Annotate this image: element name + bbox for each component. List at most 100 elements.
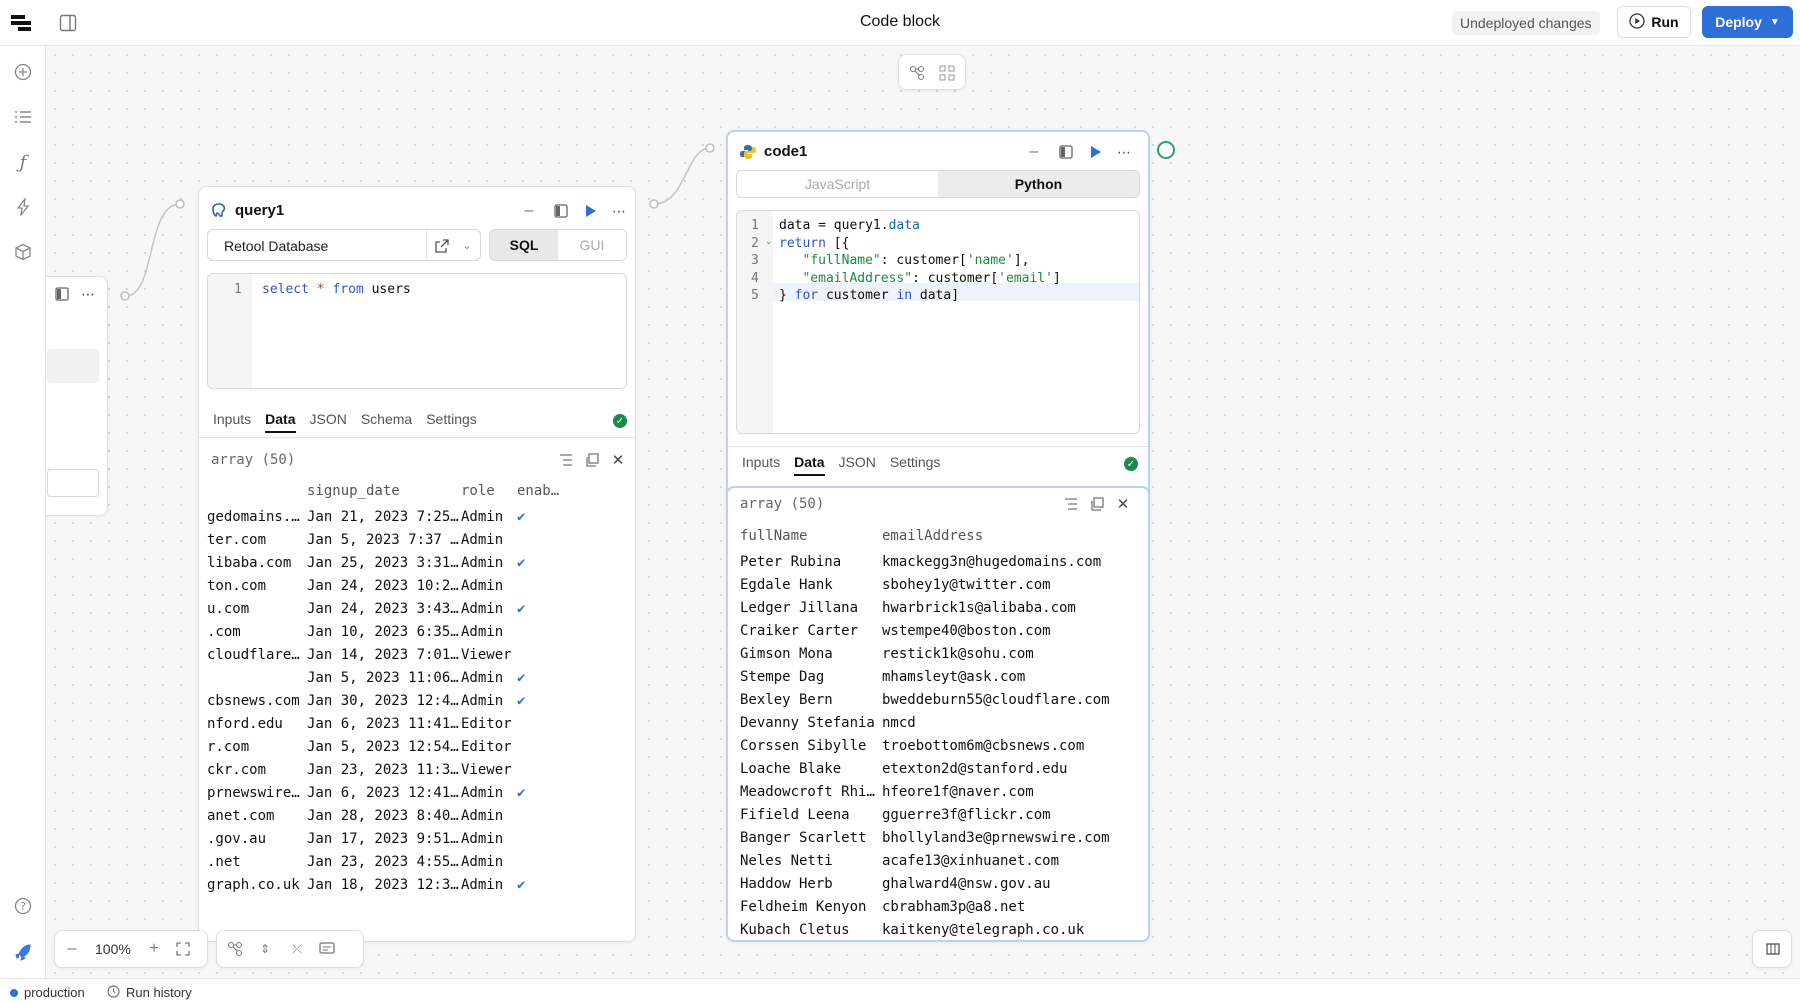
zoom-in-icon[interactable]: +: [145, 940, 163, 958]
fold-chevron-icon[interactable]: ⌄: [765, 236, 773, 247]
column-header[interactable]: role: [461, 483, 517, 499]
table-row[interactable]: .com Jan 10, 2023 6:35 PM Admin: [207, 620, 631, 643]
help-icon[interactable]: ?: [11, 894, 35, 918]
close-icon[interactable]: ✕: [1114, 495, 1132, 513]
collapse-icon[interactable]: ⤫: [287, 940, 307, 958]
wrap-icon[interactable]: [557, 451, 575, 469]
gui-mode-button[interactable]: GUI: [558, 230, 626, 260]
placeholder-field[interactable]: [47, 469, 99, 497]
tab-inputs[interactable]: Inputs: [213, 411, 251, 433]
tab-schema[interactable]: Schema: [361, 411, 412, 433]
tab-data[interactable]: Data: [794, 454, 825, 476]
table-row[interactable]: Peter Rubina kmackegg3n@hugedomains.com: [740, 550, 1140, 573]
table-row[interactable]: ckr.com Jan 23, 2023 11:34 … Viewer: [207, 758, 631, 781]
table-row[interactable]: cbsnews.com Jan 30, 2023 12:41 … Admin ✔: [207, 689, 631, 712]
start-block-card[interactable]: ⋯: [46, 276, 108, 516]
more-icon[interactable]: ⋯: [1114, 142, 1134, 162]
lightning-icon[interactable]: [11, 195, 35, 219]
list-icon[interactable]: [11, 105, 35, 129]
python-mode-button[interactable]: Python: [938, 171, 1139, 197]
tab-json[interactable]: JSON: [310, 411, 347, 433]
table-row[interactable]: ton.com Jan 24, 2023 10:27 … Admin: [207, 574, 631, 597]
column-header[interactable]: signup_date: [307, 483, 461, 499]
fit-screen-icon[interactable]: [173, 940, 193, 958]
minimize-icon[interactable]: –: [1024, 142, 1044, 162]
resource-select[interactable]: Retool Database ⌄: [207, 229, 481, 261]
tab-json[interactable]: JSON: [839, 454, 876, 476]
expand-panel-icon[interactable]: [551, 201, 571, 221]
table-row[interactable]: gedomains.c… Jan 21, 2023 7:25 AM Admin ✔: [207, 505, 631, 528]
table-row[interactable]: Fifield Leena gguerre3f@flickr.com: [740, 803, 1140, 826]
python-editor[interactable]: 1 2 3 4 5 ⌄ data = query1.data return [{ …: [736, 210, 1140, 434]
chevron-down-icon[interactable]: ⌄: [458, 235, 476, 257]
table-row[interactable]: Jan 5, 2023 11:06 AM Admin ✔: [207, 666, 631, 689]
grid-layout-icon[interactable]: [937, 63, 957, 83]
javascript-mode-button[interactable]: JavaScript: [737, 171, 938, 197]
tab-inputs[interactable]: Inputs: [742, 454, 780, 476]
table-row[interactable]: Gimson Mona restick1k@sohu.com: [740, 642, 1140, 665]
workflow-canvas[interactable]: ⋯ query1 – ⋯ Retool Database ⌄ SQL GUI 1…: [46, 46, 1800, 978]
run-history-link[interactable]: Run history: [126, 985, 192, 1000]
expand-panel-icon[interactable]: [1056, 142, 1076, 162]
minimap-button[interactable]: [1752, 930, 1792, 968]
tab-data[interactable]: Data: [265, 411, 296, 433]
code1-block[interactable]: code1 – ⋯ JavaScript Python 1 2 3 4 5 ⌄ …: [726, 130, 1150, 526]
cube-icon[interactable]: [11, 240, 35, 264]
table-row[interactable]: .gov.au Jan 17, 2023 9:51 PM Admin: [207, 827, 631, 850]
table-row[interactable]: .net Jan 23, 2023 4:55 AM Admin: [207, 850, 631, 873]
run-button[interactable]: Run: [1617, 6, 1691, 38]
graph-layout-icon[interactable]: [907, 63, 927, 83]
copy-icon[interactable]: [583, 451, 601, 469]
table-row[interactable]: Loache Blake etexton2d@stanford.edu: [740, 757, 1140, 780]
run-play-icon[interactable]: [581, 201, 601, 221]
table-row[interactable]: nford.edu Jan 6, 2023 11:41 AM Editor: [207, 712, 631, 735]
table-row[interactable]: Haddow Herb ghalward4@nsw.gov.au: [740, 872, 1140, 895]
table-row[interactable]: Egdale Hank sbohey1y@twitter.com: [740, 573, 1140, 596]
zoom-level[interactable]: 100%: [95, 941, 131, 957]
environment-label[interactable]: production: [24, 985, 85, 1000]
run-play-icon[interactable]: [1086, 142, 1106, 162]
toggle-panel-icon[interactable]: [56, 12, 80, 34]
table-row[interactable]: Craiker Carter wstempe40@boston.com: [740, 619, 1140, 642]
expand-panel-icon[interactable]: [53, 285, 71, 303]
sql-mode-button[interactable]: SQL: [490, 230, 558, 260]
table-row[interactable]: Neles Netti acafe13@xinhuanet.com: [740, 849, 1140, 872]
column-header[interactable]: emailAddress: [882, 528, 1140, 544]
comment-icon[interactable]: [317, 940, 337, 958]
minimize-icon[interactable]: –: [519, 201, 539, 221]
add-icon[interactable]: [11, 60, 35, 84]
wrap-icon[interactable]: [1062, 495, 1080, 513]
retool-logo-icon[interactable]: [10, 12, 34, 34]
table-row[interactable]: r.com Jan 5, 2023 12:54 PM Editor: [207, 735, 631, 758]
more-icon[interactable]: ⋯: [609, 201, 629, 221]
zoom-out-icon[interactable]: –: [63, 940, 81, 958]
copy-icon[interactable]: [1088, 495, 1106, 513]
table-row[interactable]: Ledger Jillana hwarbrick1s@alibaba.com: [740, 596, 1140, 619]
table-row[interactable]: u.com Jan 24, 2023 3:43 PM Admin ✔: [207, 597, 631, 620]
function-icon[interactable]: ƒ: [11, 150, 35, 174]
more-icon[interactable]: ⋯: [79, 285, 97, 303]
table-row[interactable]: Meadowcroft Rhian… hfeore1f@naver.com: [740, 780, 1140, 803]
table-row[interactable]: graph.co.uk Jan 18, 2023 12:32 … Admin ✔: [207, 873, 631, 896]
table-row[interactable]: Bexley Bern bweddeburn55@cloudflare.com: [740, 688, 1140, 711]
table-row[interactable]: cloudflare.… Jan 14, 2023 7:01 AM Viewer: [207, 643, 631, 666]
sql-editor[interactable]: 1 select * from users: [207, 273, 627, 389]
table-row[interactable]: ter.com Jan 5, 2023 7:37 PM Admin: [207, 528, 631, 551]
table-row[interactable]: Corssen Sibylle troebottom6m@cbsnews.com: [740, 734, 1140, 757]
deploy-button[interactable]: Deploy ▼: [1702, 6, 1793, 38]
table-row[interactable]: prnewswire.… Jan 6, 2023 12:41 PM Admin ✔: [207, 781, 631, 804]
graph-layout-icon[interactable]: [225, 940, 245, 958]
table-row[interactable]: Stempe Dag mhamsleyt@ask.com: [740, 665, 1140, 688]
query1-block[interactable]: query1 – ⋯ Retool Database ⌄ SQL GUI 1 s…: [198, 186, 636, 942]
column-header[interactable]: enabled: [517, 483, 567, 499]
tab-settings[interactable]: Settings: [426, 411, 477, 433]
table-row[interactable]: Devanny Stefania nmcd: [740, 711, 1140, 734]
close-icon[interactable]: ✕: [609, 451, 627, 469]
column-header[interactable]: fullName: [740, 528, 882, 544]
table-row[interactable]: libaba.com Jan 25, 2023 3:31 PM Admin ✔: [207, 551, 631, 574]
table-row[interactable]: Feldheim Kenyon cbrabham3p@a8.net: [740, 895, 1140, 918]
table-row[interactable]: Banger Scarlett bhollyland3e@prnewswire.c…: [740, 826, 1140, 849]
external-link-icon[interactable]: [430, 235, 454, 257]
expand-vertical-icon[interactable]: ⇕: [255, 940, 275, 958]
tab-settings[interactable]: Settings: [890, 454, 941, 476]
